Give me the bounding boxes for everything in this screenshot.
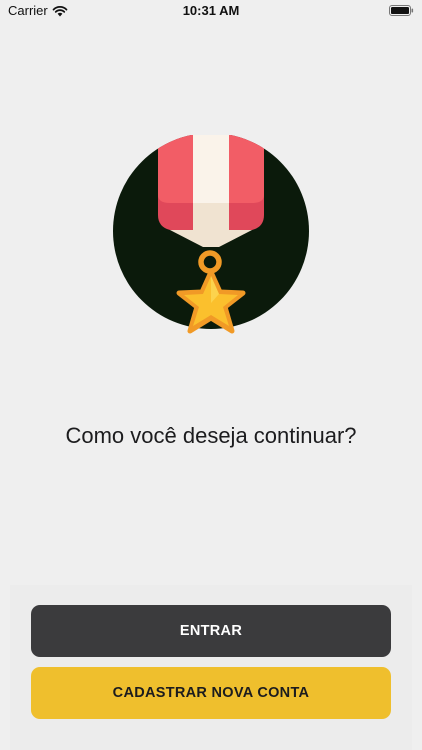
status-bar: Carrier 10:31 AM (0, 0, 422, 22)
register-button[interactable]: CADASTRAR NOVA CONTA (31, 667, 391, 719)
enter-button[interactable]: ENTRAR (31, 605, 391, 657)
battery-full-icon (389, 5, 414, 16)
continue-question: Como você deseja continuar? (65, 423, 357, 448)
medal-icon (113, 133, 309, 334)
status-time: 10:31 AM (182, 3, 240, 18)
medal-illustration (111, 133, 311, 345)
